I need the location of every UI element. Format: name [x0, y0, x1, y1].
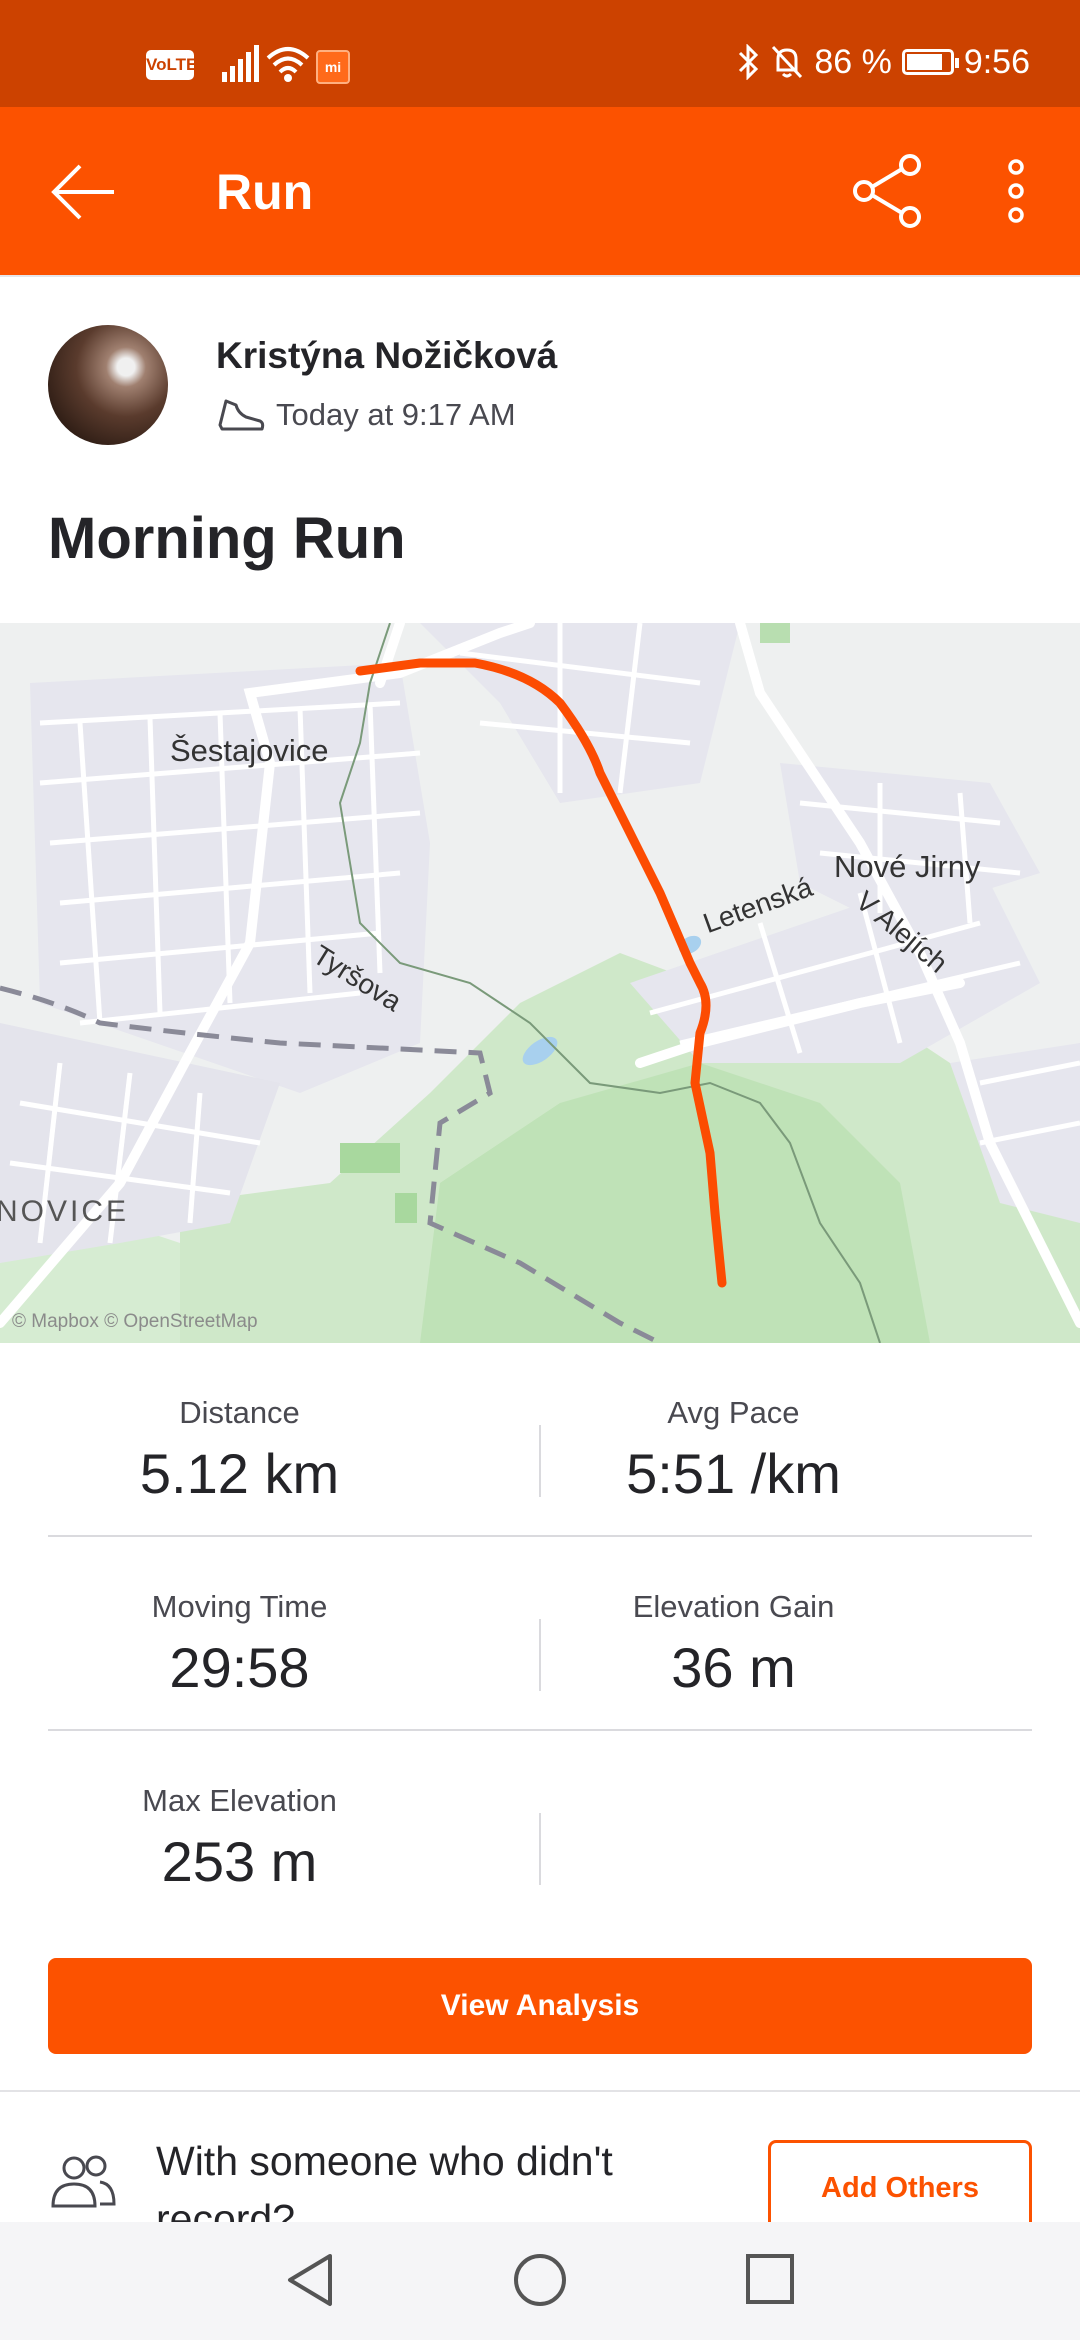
bluetooth-icon	[739, 44, 759, 80]
stat-label: Distance	[179, 1395, 300, 1430]
stat-label: Max Elevation	[142, 1783, 337, 1818]
battery-icon	[901, 49, 959, 75]
stat-value: 5.12 km	[139, 1442, 340, 1505]
stat-avg-pace: Avg Pace 5:51 /km	[488, 1395, 979, 1506]
wifi-icon	[266, 47, 310, 82]
nav-home-icon[interactable]	[512, 2252, 568, 2308]
add-others-prompt: With someone who didn't record?	[156, 2138, 613, 2222]
volte-icon: VoLTE	[146, 50, 197, 80]
map-label-sestajovice: Šestajovice	[170, 733, 329, 768]
add-others-section: With someone who didn't record? Add Othe…	[0, 2092, 1080, 2222]
stats-row: Moving Time 29:58 Elevation Gain 36 m	[48, 1537, 1032, 1731]
map-attribution[interactable]: © Mapbox © OpenStreetMap	[12, 1311, 258, 1333]
nav-recents-icon[interactable]	[744, 2252, 796, 2308]
view-analysis-button[interactable]: View Analysis	[48, 1958, 1032, 2054]
share-icon[interactable]	[850, 153, 926, 229]
stats-row: Distance 5.12 km Avg Pace 5:51 /km	[48, 1343, 1032, 1537]
stats-grid: Distance 5.12 km Avg Pace 5:51 /km Movin…	[48, 1343, 1032, 1925]
battery-fill	[906, 54, 943, 70]
more-vertical-icon[interactable]	[992, 153, 1040, 229]
map-canvas	[0, 623, 1080, 1343]
system-nav-bar	[0, 2222, 1080, 2340]
shoe-icon	[218, 399, 265, 431]
stat-moving-time: Moving Time 29:58	[0, 1589, 485, 1700]
avatar[interactable]	[48, 325, 168, 445]
stat-value: 253 m	[161, 1830, 318, 1893]
stat-label: Elevation Gain	[632, 1589, 835, 1624]
mute-bell-icon	[772, 45, 803, 79]
stat-divider	[539, 1813, 541, 1885]
status-right: 86 % 9:56	[736, 42, 1030, 82]
people-icon	[51, 2155, 116, 2208]
stat-label: Moving Time	[151, 1589, 328, 1624]
add-others-button[interactable]: Add Others	[768, 2140, 1032, 2222]
route-map[interactable]: Šestajovice Tyršova V Alejích Nové Jirny…	[0, 623, 1080, 1343]
mi-app-icon: mi	[316, 50, 350, 84]
map-label-novice: NOVICE	[0, 1195, 130, 1228]
stat-max-elevation: Max Elevation 253 m	[0, 1783, 485, 1894]
back-arrow-icon[interactable]	[48, 157, 118, 227]
map-label-nove-jirny: Nové Jirny	[834, 849, 981, 884]
activity-meta: Today at 9:17 AM	[216, 395, 516, 435]
athlete-name[interactable]: Kristýna Nožičková	[216, 335, 557, 377]
activity-timestamp: Today at 9:17 AM	[276, 397, 516, 432]
stat-distance: Distance 5.12 km	[0, 1395, 485, 1506]
stat-value: 29:58	[169, 1636, 310, 1699]
stats-row: Max Elevation 253 m	[48, 1731, 1032, 1925]
app-bar: Run	[0, 107, 1080, 275]
nav-back-icon[interactable]	[284, 2252, 336, 2308]
activity-title: Morning Run	[48, 506, 406, 571]
signal-icon	[222, 45, 259, 82]
clock: 9:56	[963, 42, 1030, 81]
stat-value: 5:51 /km	[626, 1442, 841, 1505]
status-bar: VoLTE mi 86 % 9:56	[0, 0, 1080, 107]
stat-label: Avg Pace	[667, 1395, 800, 1430]
battery-percent: 86 %	[814, 42, 892, 81]
stat-value: 36 m	[671, 1636, 796, 1699]
stat-elevation-gain: Elevation Gain 36 m	[488, 1589, 979, 1700]
activity-header: Kristýna Nožičková Today at 9:17 AM Morn…	[0, 275, 1080, 623]
page-title: Run	[216, 164, 314, 220]
